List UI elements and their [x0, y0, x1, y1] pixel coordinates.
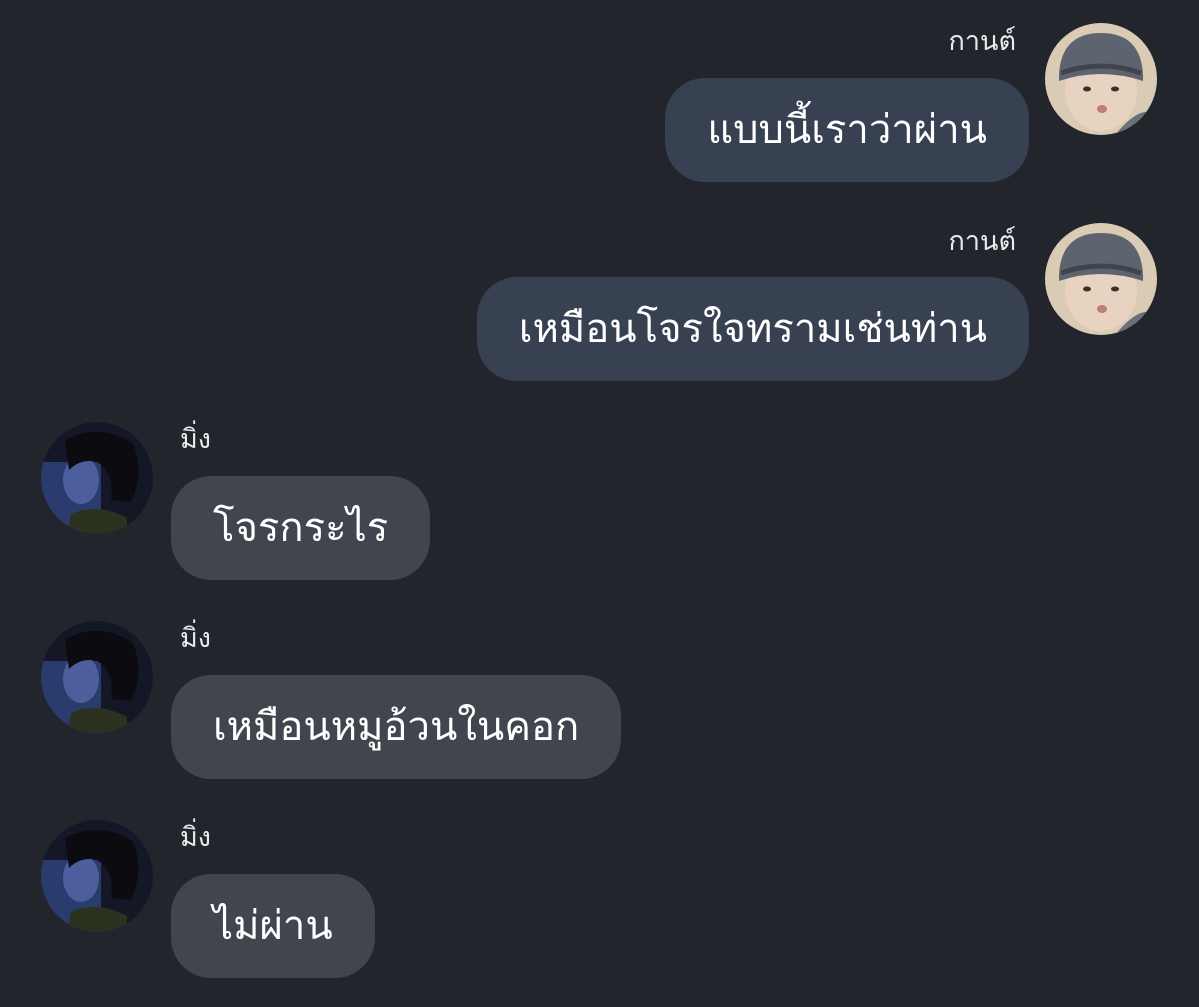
user-avatar[interactable] [1045, 223, 1157, 335]
avatar-photo [1045, 23, 1157, 135]
sender-name: มิ่ง [180, 822, 211, 853]
message-bubble[interactable]: เหมือนหมูอ้วนในคอก [171, 675, 622, 779]
message-bubble[interactable]: เหมือนโจรใจทรามเช่นท่าน [476, 277, 1029, 381]
avatar-photo [41, 422, 153, 534]
avatar-photo [41, 621, 153, 733]
sender-name: กานต์ [948, 26, 1017, 57]
contact-avatar[interactable] [41, 621, 153, 733]
message-row: มิ่ง ไม่ผ่าน [0, 800, 1199, 1007]
sender-name: มิ่ง [180, 623, 211, 654]
contact-avatar[interactable] [41, 422, 153, 534]
avatar-photo [1045, 223, 1157, 335]
message-bubble[interactable]: ไม่ผ่าน [171, 874, 375, 978]
message-row: กานต์ แบบนี้เราว่าผ่าน [0, 0, 1199, 200]
contact-avatar[interactable] [41, 820, 153, 932]
message-bubble[interactable]: โจรกระไร [171, 476, 431, 580]
message-row: มิ่ง เหมือนหมูอ้วนในคอก [0, 600, 1199, 800]
user-avatar[interactable] [1045, 23, 1157, 135]
avatar-photo [41, 820, 153, 932]
message-row: มิ่ง โจรกระไร [0, 400, 1199, 600]
message-bubble[interactable]: แบบนี้เราว่าผ่าน [665, 78, 1029, 182]
sender-name: มิ่ง [180, 424, 211, 455]
sender-name: กานต์ [948, 226, 1017, 257]
message-row: กานต์ เหมือนโจรใจทรามเช่นท่าน [0, 200, 1199, 400]
